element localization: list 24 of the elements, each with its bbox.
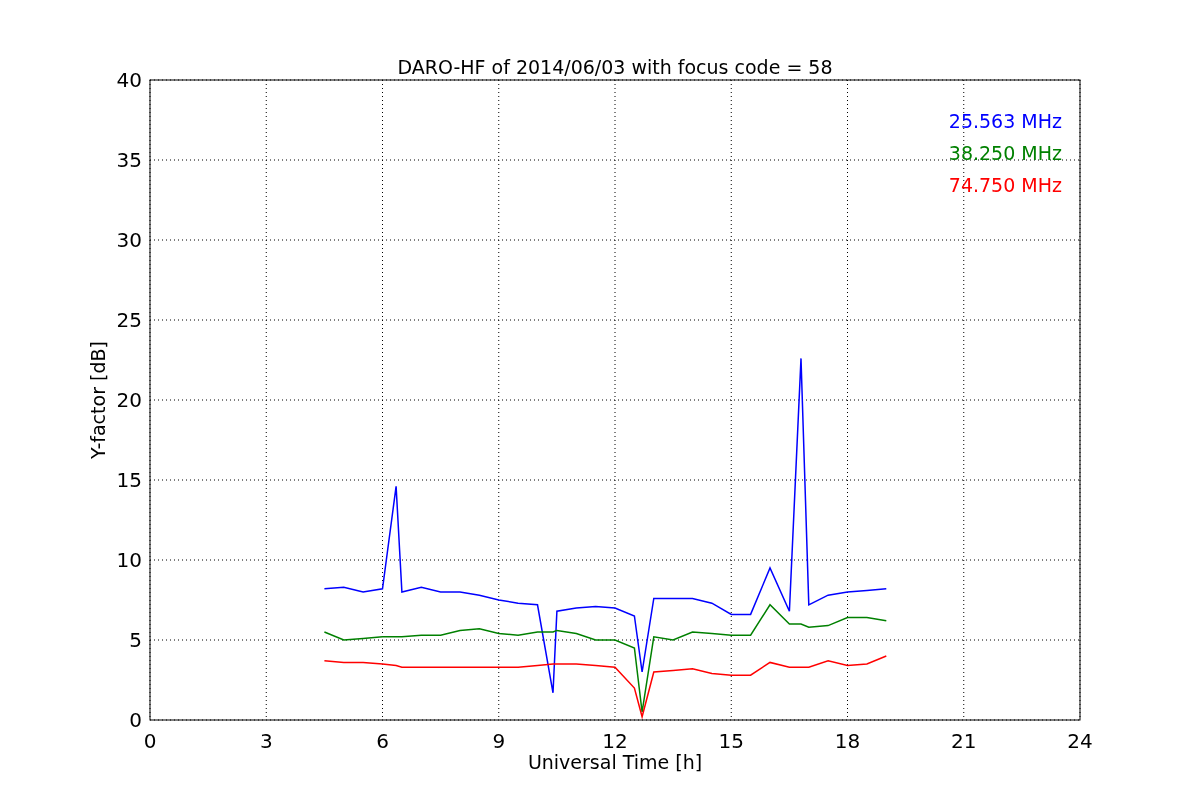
legend-label: 25.563 MHz — [948, 110, 1062, 132]
y-tick-label: 5 — [129, 628, 142, 652]
x-axis-label: Universal Time [h] — [527, 751, 703, 773]
chart-title: DARO-HF of 2014/06/03 with focus code = 58 — [397, 56, 833, 78]
x-tick-label: 24 — [1067, 729, 1093, 753]
y-tick-label: 15 — [116, 468, 142, 492]
legend-label: 74.750 MHz — [948, 174, 1062, 196]
x-tick-label: 0 — [143, 729, 157, 753]
y-tick-label: 30 — [116, 228, 142, 252]
x-tick-label: 6 — [376, 729, 389, 753]
y-tick-label: 35 — [116, 148, 142, 172]
y-tick-label: 0 — [129, 708, 142, 732]
y-tick-label: 20 — [116, 388, 142, 412]
y-tick-label: 40 — [116, 68, 142, 92]
x-tick-label: 15 — [718, 729, 744, 753]
x-tick-label: 3 — [259, 729, 273, 753]
x-tick-label: 21 — [951, 729, 977, 753]
x-tick-label: 9 — [492, 729, 506, 753]
y-axis-label: Y-factor [dB] — [87, 341, 109, 459]
legend-label: 38.250 MHz — [948, 142, 1062, 164]
y-tick-label: 10 — [116, 548, 142, 572]
x-tick-label: 12 — [602, 729, 628, 753]
x-tick-label: 18 — [834, 729, 861, 753]
y-tick-label: 25 — [116, 308, 142, 332]
